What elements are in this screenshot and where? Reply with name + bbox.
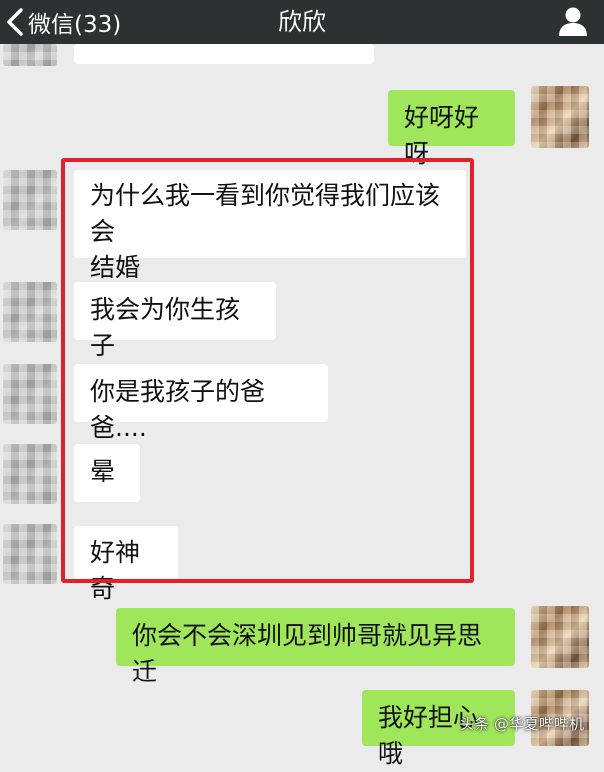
chat-bubble: 好神奇 [74,526,178,603]
message-text-line: 结婚 [90,253,141,282]
chat-bubble: 你会不会深圳见到帅哥就见异思迁 [116,608,515,686]
avatar[interactable] [3,444,57,504]
message-text: 你是我孩子的爸爸.... [90,377,266,442]
message-text-line: 为什么我一看到你觉得我们应该会 [90,181,441,246]
message-text: 晕 [90,457,116,486]
chat-bubble: 你是我孩子的爸爸.... [74,364,328,442]
chat-header: 微信(33) 欣欣 [0,0,604,44]
avatar[interactable] [531,606,589,668]
message-text: 我好担心哦 [378,703,479,768]
avatar[interactable] [531,86,589,148]
avatar[interactable] [3,282,57,342]
avatar[interactable] [3,524,57,584]
message-text: 我会为你生孩子 [90,295,241,360]
message-text: 好呀好呀 [404,103,480,168]
chat-bubble-partial [74,44,374,64]
watermark: 头条 @华夏哔哔机 [459,715,584,733]
chat-bubble: 好呀好呀 [388,90,515,168]
avatar[interactable] [3,364,57,424]
avatar[interactable] [3,170,57,230]
message-text: 好神奇 [90,538,141,603]
profile-icon[interactable] [556,4,590,38]
avatar[interactable] [3,44,57,66]
chat-bubble: 我会为你生孩子 [74,282,276,360]
chat-bubble: 晕 [74,444,140,502]
chat-bubble: 为什么我一看到你觉得我们应该会 结婚 [74,170,466,282]
chat-title: 欣欣 [278,8,326,36]
message-text: 你会不会深圳见到帅哥就见异思迁 [132,621,483,686]
